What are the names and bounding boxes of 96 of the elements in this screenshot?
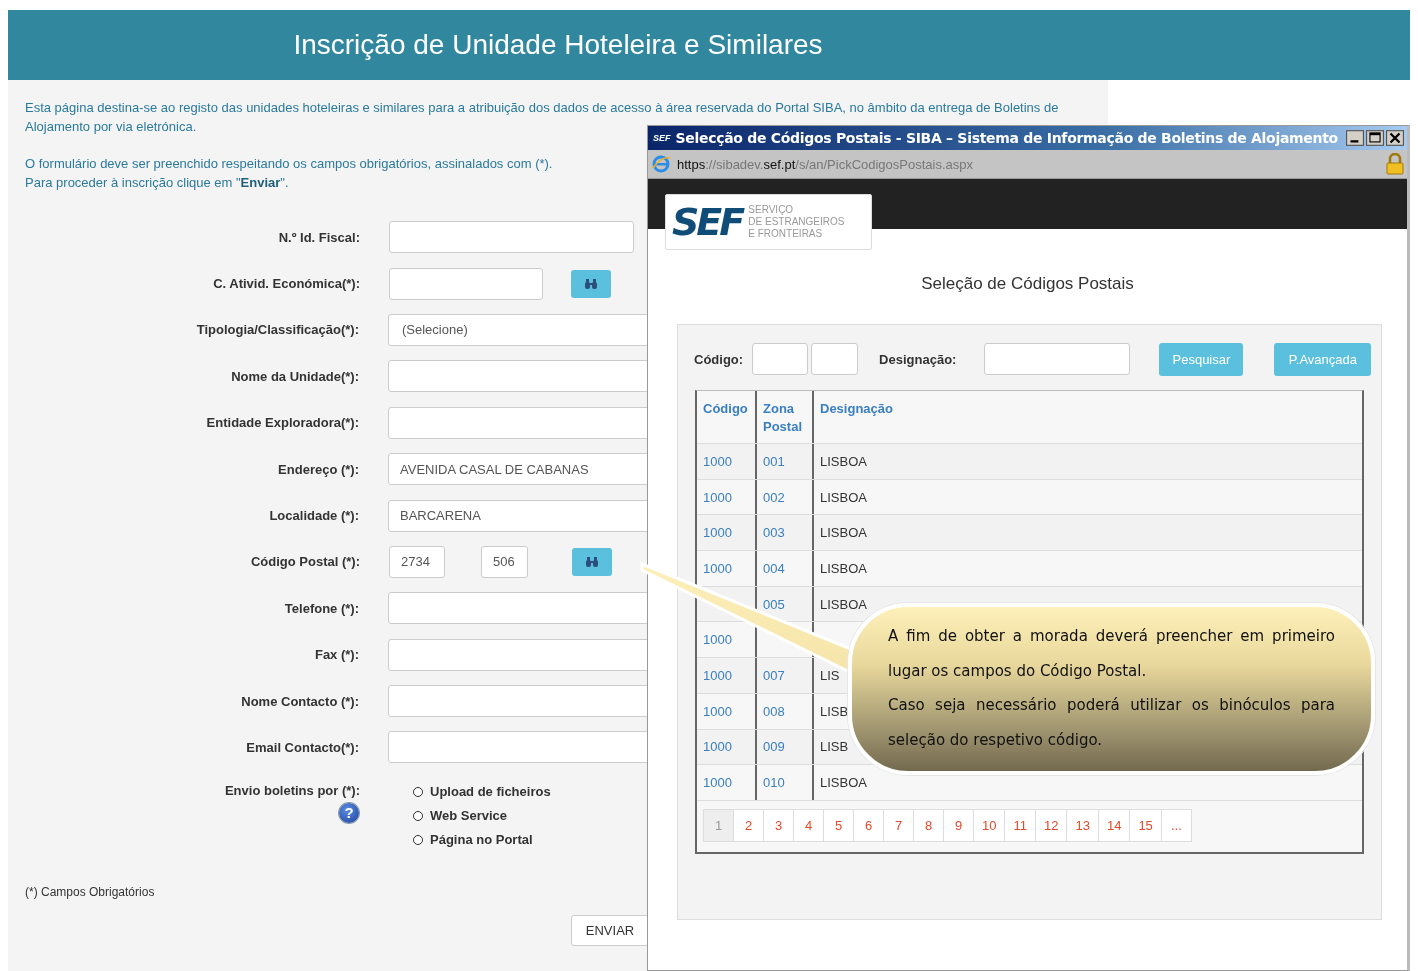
table-cell: LISB [820, 739, 849, 755]
page-link[interactable]: 6 [853, 808, 884, 842]
intro-text: O formulário deve ser preenchido respeitando os campos obrigatórios, assinalados com (*). [25, 155, 553, 173]
postal-code-field[interactable]: 2734 [389, 545, 445, 578]
maximize-icon[interactable] [1366, 130, 1384, 146]
table-row[interactable]: 1000 001 LISBOA [697, 444, 1362, 480]
callout-text: A fim de obter a morada deverá preencher em primeiro lugar os campos do Código Postal. [888, 626, 1335, 682]
table-cell: LISBOA [820, 560, 867, 576]
search-button[interactable] [571, 269, 611, 298]
field-label: Designação: [879, 351, 957, 367]
intro-text: Para proceder à inscrição clique em "Enviar". [25, 174, 289, 192]
table-cell: LISBOA [820, 489, 867, 505]
table-cell: LISBOA [820, 453, 867, 469]
advanced-search-button[interactable]: P.Avançada [1274, 342, 1372, 376]
column-header[interactable]: Designação [814, 391, 1362, 443]
binoculars-icon [585, 555, 599, 568]
page-link[interactable]: 9 [943, 808, 974, 842]
field-label: Telefone (*): [283, 600, 359, 616]
table-link[interactable]: 1000 [703, 667, 732, 683]
table-link[interactable]: 008 [763, 703, 785, 719]
field-label: Código Postal (*): [249, 554, 360, 570]
table-link[interactable]: 007 [763, 667, 785, 683]
table-link[interactable]: 004 [763, 560, 785, 576]
submit-button[interactable]: ENVIAR [571, 914, 649, 946]
field-label: Email Contacto(*): [245, 740, 359, 755]
field-label: Código: [694, 351, 744, 367]
field-label: Nome Contacto (*): [240, 693, 359, 709]
field-label: Localidade (*): [268, 508, 359, 524]
field-label: C. Ativid. Económica(*): [212, 276, 360, 292]
minimize-icon[interactable] [1346, 130, 1364, 146]
table-link[interactable]: 009 [763, 739, 785, 755]
window-title: Selecção de Códigos Postais - SIBA – Sistema de Informação de Boletins de Alojamento [675, 130, 1338, 146]
page-link[interactable]: ... [1160, 808, 1192, 842]
table-link[interactable]: 1000 [703, 489, 732, 505]
field-label: N.º Id. Fiscal: [277, 229, 360, 245]
browser-icon [651, 154, 671, 174]
page-title: Inscrição de Unidade Hoteleira e Similares [292, 29, 824, 61]
field-label: Tipologia/Classificação(*): [195, 322, 359, 338]
table-link[interactable]: 1000 [703, 560, 732, 576]
radio-option[interactable]: Upload de ficheiros [413, 782, 551, 801]
table-link[interactable]: 001 [763, 453, 785, 469]
app-icon: SEF [651, 132, 673, 144]
name-field[interactable] [984, 343, 1131, 375]
page-link[interactable]: 2 [733, 808, 764, 842]
page-link[interactable]: 5 [823, 808, 854, 842]
table-cell: LISBOA [820, 775, 867, 791]
radio-option[interactable]: Página no Portal [413, 830, 551, 849]
table-cell: LISBOA [820, 525, 867, 541]
page-link[interactable]: 13 [1066, 808, 1099, 842]
page-link[interactable]: 8 [913, 808, 944, 842]
logo-text: SERVIÇO [748, 204, 795, 216]
table-link[interactable]: 1000 [703, 739, 732, 755]
table-cell: LISB [820, 703, 849, 719]
table-link[interactable]: 010 [763, 775, 785, 791]
table-link[interactable]: 002 [763, 489, 785, 505]
table-link[interactable]: 005 [763, 596, 785, 612]
page-link[interactable]: 10 [973, 808, 1006, 842]
field-label: Endereço (*): [277, 461, 359, 477]
table-link[interactable]: 1000 [703, 525, 732, 541]
page-link[interactable]: 1 [703, 808, 734, 842]
table-link[interactable]: 1000 [703, 632, 732, 648]
search-button[interactable]: Pesquisar [1159, 342, 1244, 376]
callout-text: Caso seja necessário poderá utilizar os binóculos para seleção do respetivo código. [888, 695, 1335, 751]
logo-mark: SEF [672, 200, 743, 244]
page-link[interactable]: 11 [1004, 808, 1036, 842]
table-link[interactable]: 003 [763, 525, 785, 541]
table-link[interactable]: 1000 [703, 453, 732, 469]
lock-icon [1386, 153, 1404, 175]
radio-option[interactable]: Web Service [413, 806, 551, 825]
zone-field[interactable] [811, 343, 859, 375]
text-field[interactable] [389, 267, 543, 300]
search-button[interactable] [572, 547, 612, 576]
help-icon[interactable]: ? [339, 802, 359, 823]
field-label: Nome da Unidade(*): [230, 368, 359, 384]
field-label: Entidade Exploradora(*): [205, 415, 359, 431]
field-label: Envio boletins por (*): [224, 782, 360, 798]
logo-text: DE ESTRANGEIROS [748, 216, 845, 228]
text-field[interactable] [389, 221, 634, 254]
table-row[interactable]: 1000 004 LISBOA [697, 551, 1362, 587]
binoculars-icon [584, 277, 598, 290]
page-link[interactable]: 4 [793, 808, 824, 842]
field-label: Fax (*): [313, 647, 359, 663]
page-link[interactable]: 15 [1129, 808, 1162, 842]
close-icon[interactable] [1386, 130, 1404, 146]
table-row[interactable]: 1000 003 LISBOA [697, 515, 1362, 552]
table-cell: LISBOA [820, 596, 867, 612]
code-field[interactable] [752, 343, 809, 375]
table-link[interactable]: 1000 [703, 703, 732, 719]
footnote: (*) Campos Obrigatórios [25, 884, 156, 899]
page-link[interactable]: 3 [763, 808, 794, 842]
page-link[interactable]: 7 [883, 808, 914, 842]
logo-text: E FRONTEIRAS [748, 228, 824, 240]
postal-zone-field[interactable]: 506 [481, 545, 528, 578]
table-link[interactable]: 1000 [703, 775, 732, 791]
table-cell: LIS [820, 667, 840, 683]
popup-heading: Seleção de Códigos Postais [920, 274, 1135, 294]
